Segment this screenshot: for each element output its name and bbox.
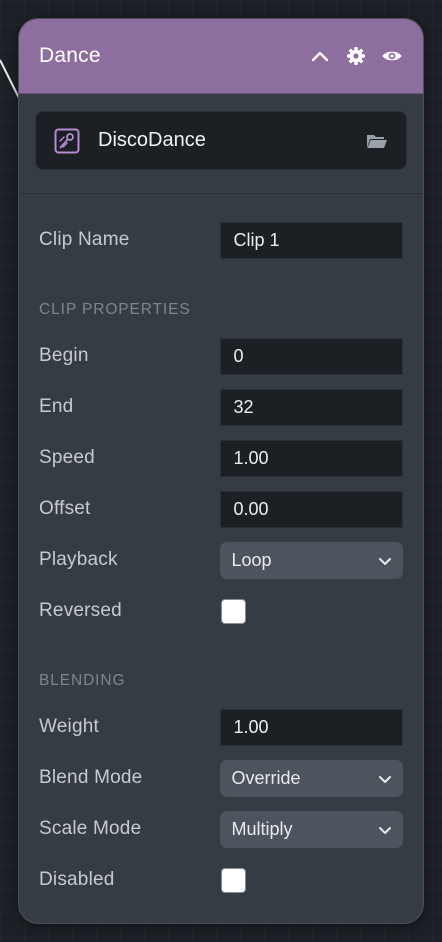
header-actions [295, 45, 403, 67]
reversed-checkbox[interactable] [221, 598, 246, 624]
clip-name-label: Clip Name [39, 229, 130, 250]
weight-input[interactable]: 1.00 [220, 708, 403, 746]
chevron-down-icon [378, 819, 392, 840]
speed-row: Speed 1.00 [39, 439, 403, 477]
reversed-label: Reversed [39, 600, 122, 621]
panel-title: Dance [39, 44, 101, 67]
clip-name-input[interactable]: Clip 1 [220, 221, 403, 259]
node-canvas[interactable]: Dance DiscoDance Clip Name Clip 1 CLIP P… [0, 0, 442, 942]
scale-mode-value: Multiply [231, 818, 293, 839]
asset-name: DiscoDance [98, 129, 206, 151]
scale-mode-row: Scale Mode Multiply [39, 810, 403, 848]
chevron-up-icon[interactable] [309, 45, 331, 67]
speed-label: Speed [39, 447, 95, 468]
chevron-down-icon [378, 550, 392, 571]
offset-input[interactable]: 0.00 [220, 490, 403, 528]
disabled-row: Disabled [39, 861, 403, 899]
playback-value: Loop [231, 549, 272, 570]
blend-mode-row: Blend Mode Override [39, 759, 403, 797]
clip-name-row: Clip Name Clip 1 [39, 221, 403, 259]
blend-mode-label: Blend Mode [39, 767, 143, 788]
panel-header[interactable]: Dance [19, 19, 423, 94]
speed-input[interactable]: 1.00 [220, 439, 403, 477]
begin-input[interactable]: 0 [220, 337, 403, 375]
dance-node-panel: Dance DiscoDance Clip Name Clip 1 CLIP P… [18, 18, 424, 924]
folder-icon[interactable] [366, 132, 388, 150]
blend-mode-select[interactable]: Override [220, 759, 403, 797]
offset-row: Offset 0.00 [39, 490, 403, 528]
offset-label: Offset [39, 498, 91, 519]
begin-row: Begin 0 [39, 337, 403, 375]
scale-mode-select[interactable]: Multiply [220, 810, 403, 848]
playback-row: Playback Loop [39, 541, 403, 579]
begin-label: Begin [39, 345, 89, 366]
weight-row: Weight 1.00 [39, 708, 403, 746]
end-label: End [39, 396, 74, 417]
blending-section-title: BLENDING [39, 672, 126, 689]
eye-icon[interactable] [381, 45, 403, 67]
reversed-row: Reversed [39, 592, 403, 630]
end-row: End 32 [39, 388, 403, 426]
end-input[interactable]: 32 [220, 388, 403, 426]
asset-section: DiscoDance [19, 94, 423, 194]
chevron-down-icon [378, 768, 392, 789]
blend-mode-value: Override [231, 767, 301, 788]
scale-mode-label: Scale Mode [39, 818, 142, 839]
disabled-checkbox[interactable] [221, 867, 246, 893]
animation-clip-icon [54, 128, 80, 154]
disabled-label: Disabled [39, 869, 115, 890]
gear-icon[interactable] [345, 45, 367, 67]
playback-label: Playback [39, 549, 118, 570]
clip-properties-section-title: CLIP PROPERTIES [39, 301, 191, 318]
asset-field[interactable]: DiscoDance [35, 111, 407, 170]
weight-label: Weight [39, 716, 99, 737]
playback-select[interactable]: Loop [220, 541, 403, 579]
